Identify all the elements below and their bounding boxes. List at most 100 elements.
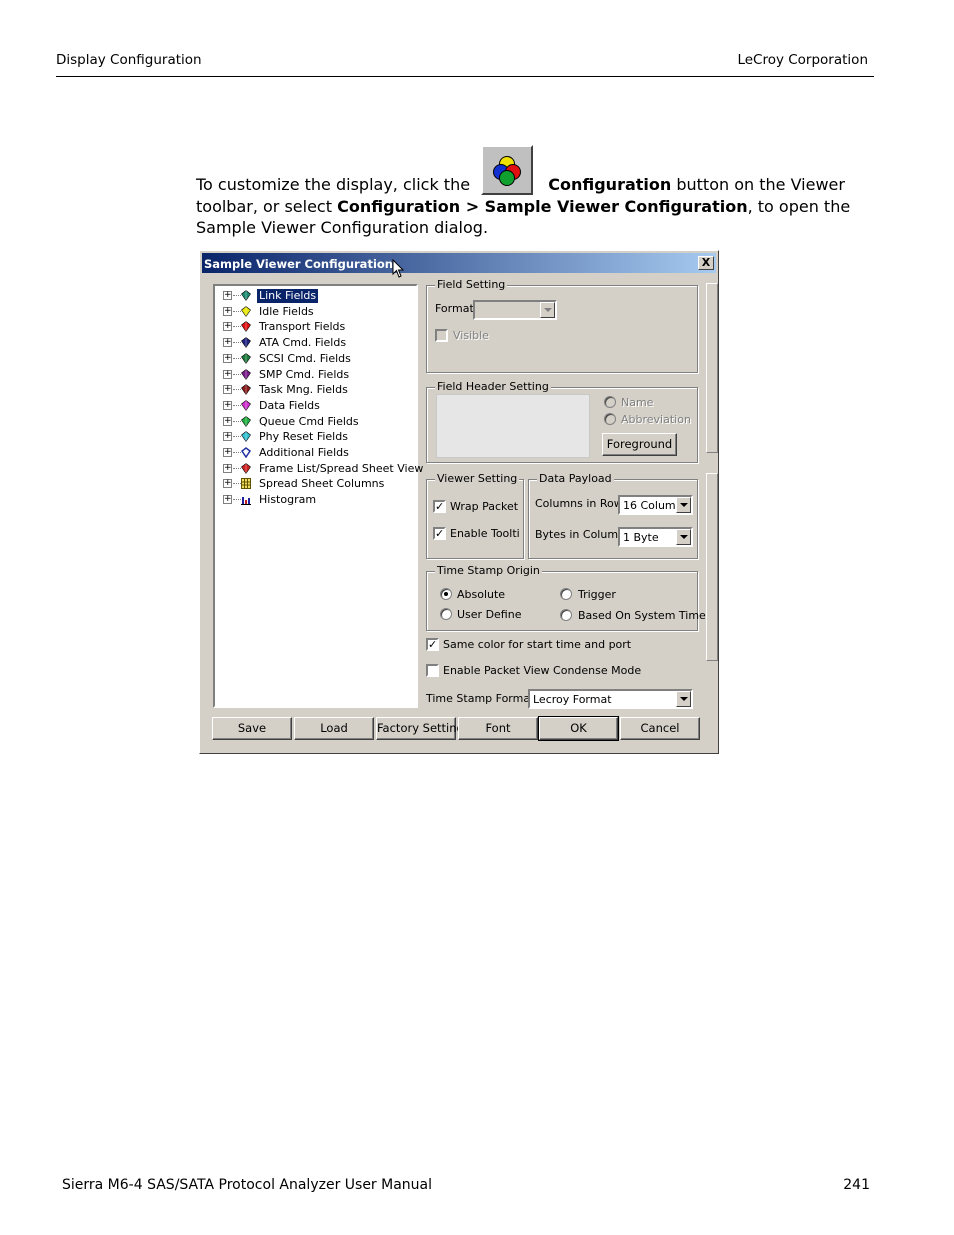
factory-setting-button[interactable]: Factory Setting: [376, 717, 464, 740]
chevron-down-icon: [676, 691, 691, 707]
visible-checkbox[interactable]: [435, 329, 448, 342]
chevron-down-icon: [540, 302, 555, 318]
condense-mode-checkbox[interactable]: [426, 664, 439, 677]
footer-manual-title: Sierra M6-4 SAS/SATA Protocol Analyzer U…: [62, 1177, 433, 1193]
tree-connector: [233, 452, 241, 453]
viewer-setting-label: Viewer Setting: [435, 472, 520, 485]
gem-green: [241, 352, 251, 364]
intro-text-1: To customize the display, click the: [196, 175, 471, 194]
same-color-label: Same color for start time and port: [443, 638, 632, 651]
tree-item-label: Phy Reset Fields: [259, 430, 348, 444]
chevron-down-icon: [676, 497, 691, 513]
same-color-checkbox[interactable]: ✓: [426, 638, 439, 651]
timestamp-format-value: Lecroy Format: [533, 693, 612, 706]
columns-in-row-label: Columns in Row:: [535, 497, 626, 510]
gem-magenta: [241, 400, 251, 411]
ok-button[interactable]: OK: [538, 716, 619, 741]
expand-plus-icon[interactable]: +: [223, 448, 232, 457]
gem-teal: [241, 290, 251, 301]
expand-plus-icon[interactable]: +: [223, 322, 232, 332]
data-payload-group: Data Payload Columns in Row: 16 Column B…: [528, 472, 698, 559]
save-button[interactable]: Save: [212, 717, 292, 740]
columns-in-row-select[interactable]: 16 Column: [618, 495, 693, 515]
gem-purple: [241, 368, 251, 380]
visible-label: Visible: [453, 329, 489, 342]
trigger-radio[interactable]: [560, 588, 572, 600]
wrap-packet-checkbox[interactable]: ✓: [433, 500, 446, 513]
expand-plus-icon[interactable]: +: [223, 432, 232, 442]
condense-mode-label: Enable Packet View Condense Mode: [443, 664, 642, 677]
gem-outline-blue: [241, 447, 251, 458]
expand-plus-icon[interactable]: +: [223, 353, 232, 363]
expand-plus-icon[interactable]: +: [223, 400, 232, 410]
tree-connector: [233, 404, 241, 406]
expand-plus-icon[interactable]: +: [223, 306, 232, 316]
enable-tooltips-label: Enable Tooltips: [450, 527, 520, 540]
tree-connector: [233, 295, 241, 296]
user-define-radio[interactable]: [440, 608, 452, 620]
timestamp-format-label: Time Stamp Format: [426, 692, 535, 705]
font-button[interactable]: Font: [458, 717, 538, 740]
right-panel-edge-top: [706, 283, 718, 453]
expand-plus-icon[interactable]: +: [223, 479, 232, 489]
absolute-radio[interactable]: [440, 588, 452, 600]
viewer-setting-group: Viewer Setting ✓ Wrap Packet ✓ Enable To…: [426, 472, 524, 559]
tree-connector: [233, 499, 241, 501]
page-header-company: LeCroy Corporation: [737, 52, 868, 68]
format-select[interactable]: [473, 300, 557, 320]
mouse-pointer-icon: [392, 259, 405, 278]
expand-plus-icon[interactable]: +: [223, 495, 232, 505]
intro-paragraph: To customize the display, click the Conf…: [196, 145, 886, 239]
field-setting-group: Field Setting Format Visible: [426, 278, 698, 373]
tree-item-label: Additional Fields: [259, 446, 349, 459]
expand-plus-icon[interactable]: +: [223, 416, 232, 426]
load-button[interactable]: Load: [294, 717, 374, 740]
tree-item-label: Task Mng. Fields: [259, 383, 348, 397]
expand-plus-icon[interactable]: +: [223, 291, 232, 300]
columns-in-row-value: 16 Column: [623, 499, 683, 512]
page-number: 241: [843, 1177, 870, 1193]
bytes-in-column-label: Bytes in Column:: [535, 528, 629, 541]
intro-bold-menu-path: Configuration > Sample Viewer Configurat…: [337, 196, 748, 216]
dialog-titlebar[interactable]: Sample Viewer Configuration X: [202, 253, 716, 273]
tree-item-label: Idle Fields: [259, 304, 314, 318]
gem-redpair: [241, 462, 251, 474]
tree-item-label: Link Fields: [257, 289, 319, 303]
chevron-down-icon: [676, 529, 691, 545]
expand-plus-icon[interactable]: +: [223, 463, 232, 473]
grid-icon: [241, 478, 251, 490]
tree-item-label: Data Fields: [259, 398, 320, 412]
expand-plus-icon[interactable]: +: [223, 338, 232, 348]
abbreviation-radio[interactable]: [604, 413, 616, 425]
bytes-in-column-select[interactable]: 1 Byte: [618, 527, 693, 547]
field-setting-label: Field Setting: [435, 278, 508, 291]
enable-tooltips-checkbox[interactable]: ✓: [433, 527, 446, 540]
tree-connector: [233, 467, 241, 469]
tree-item-label: ATA Cmd. Fields: [259, 336, 347, 350]
tree-connector: [233, 357, 241, 359]
wrap-packet-label: Wrap Packet: [450, 500, 519, 513]
dialog-title: Sample Viewer Configuration: [204, 257, 393, 271]
gem-yellow: [241, 305, 251, 317]
right-panel-edge-bottom: [706, 473, 718, 661]
tree-connector: [233, 310, 241, 312]
timestamp-format-select[interactable]: Lecroy Format: [528, 689, 693, 709]
abbreviation-label: Abbreviation: [621, 413, 691, 426]
close-button[interactable]: X: [698, 256, 714, 270]
tree-item-label: Transport Fields: [259, 320, 346, 334]
user-define-label: User Define: [457, 608, 522, 621]
expand-plus-icon[interactable]: +: [223, 369, 232, 379]
tree-item-label: SCSI Cmd. Fields: [259, 351, 351, 365]
tree-connector: [233, 342, 241, 344]
name-radio[interactable]: [604, 396, 616, 408]
cancel-button[interactable]: Cancel: [620, 717, 700, 740]
expand-plus-icon[interactable]: +: [223, 385, 232, 395]
foreground-button[interactable]: Foreground: [602, 433, 677, 456]
tree-connector: [233, 436, 241, 438]
tree-connector: [233, 373, 241, 375]
system-time-radio[interactable]: [560, 609, 572, 621]
tree-item-label: SMP Cmd. Fields: [259, 367, 350, 381]
field-tree[interactable]: + Link Fields + Idle Fields + Transport Field…: [213, 284, 423, 708]
field-header-preview: [436, 394, 590, 458]
gem-navy: [241, 337, 251, 349]
